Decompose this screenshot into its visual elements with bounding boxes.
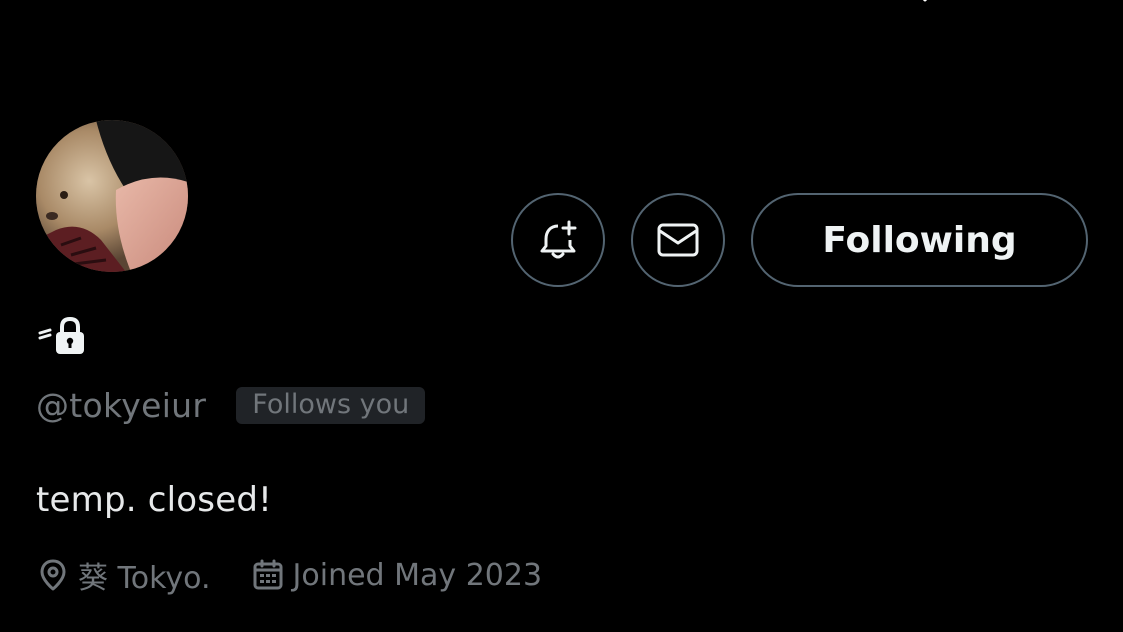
chevron-down-icon[interactable] <box>917 0 933 6</box>
display-name <box>36 310 88 356</box>
joined-item: Joined May 2023 <box>251 557 543 593</box>
bio-text: temp. closed! <box>36 480 272 520</box>
bell-plus-icon <box>540 220 577 259</box>
avatar[interactable] <box>36 120 188 272</box>
follows-you-badge: Follows you <box>236 387 426 424</box>
message-button[interactable] <box>631 193 725 287</box>
envelope-icon <box>657 223 699 257</box>
location-item: 葵 Tokyo. <box>36 553 211 597</box>
joined-text: Joined May 2023 <box>292 557 543 593</box>
user-handle: @tokyeiur <box>36 386 207 425</box>
location-text: 葵 Tokyo. <box>78 561 211 596</box>
following-button[interactable]: Following <box>751 193 1088 287</box>
notify-button[interactable] <box>511 193 605 287</box>
sparkle-dash-icon <box>36 326 52 356</box>
lock-icon <box>52 316 88 356</box>
location-pin-icon <box>36 558 70 592</box>
profile-meta: 葵 Tokyo. Joined May 2023 <box>36 553 542 597</box>
handle-row: @tokyeiur Follows you <box>36 386 426 425</box>
calendar-icon <box>251 558 285 592</box>
